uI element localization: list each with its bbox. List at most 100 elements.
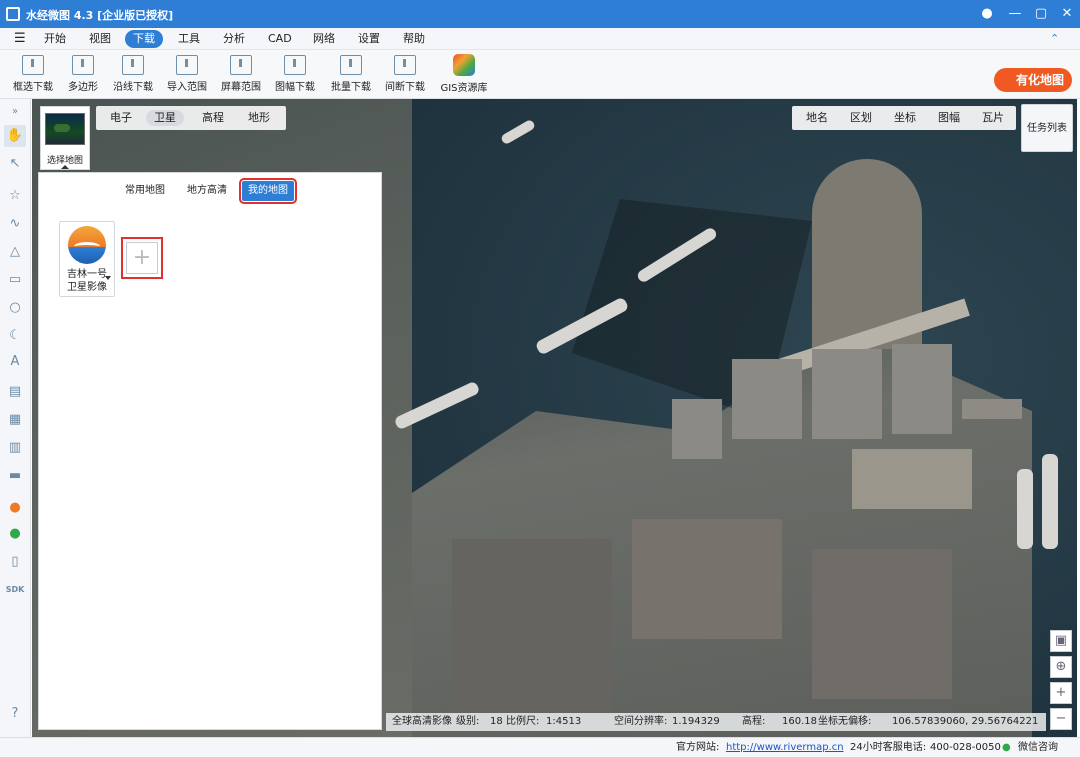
- menu-help[interactable]: 帮助: [395, 30, 433, 48]
- menu-analysis[interactable]: 分析: [215, 30, 253, 48]
- locate-icon[interactable]: ⊕: [1050, 656, 1072, 678]
- hamburger-menu-icon[interactable]: ☰: [6, 30, 34, 48]
- pan-hand-icon[interactable]: ✋: [4, 125, 26, 147]
- gis-library-icon: [453, 54, 475, 76]
- menu-start[interactable]: 开始: [36, 30, 74, 48]
- marker-icon[interactable]: ☆: [4, 185, 26, 207]
- close-icon[interactable]: ✕: [1054, 0, 1080, 28]
- polyline-icon[interactable]: ∿: [4, 213, 26, 235]
- map-select-panel: 常用地图 地方高清 我的地图 吉林一号 卫星影像 +: [38, 172, 382, 730]
- download-box-icon: [22, 55, 44, 75]
- tab-my-maps[interactable]: 我的地图: [239, 178, 297, 204]
- menu-view[interactable]: 视图: [81, 30, 119, 48]
- status-offset-label: 坐标无偏移:: [818, 716, 872, 727]
- ruler-icon[interactable]: ▤: [4, 381, 26, 403]
- polygon-icon: [72, 55, 94, 75]
- zoom-out-button[interactable]: −: [1050, 708, 1072, 730]
- overlay-coordinate[interactable]: 坐标: [894, 110, 916, 126]
- maximize-icon[interactable]: ▢: [1028, 0, 1054, 28]
- menu-download[interactable]: 下载: [125, 30, 163, 48]
- polygon-draw-icon[interactable]: △: [4, 241, 26, 263]
- menu-network[interactable]: 网络: [305, 30, 343, 48]
- clear-icon[interactable]: ▬: [4, 465, 26, 487]
- tool-gis-library[interactable]: GIS资源库: [438, 53, 490, 97]
- overlay-district[interactable]: 区划: [850, 110, 872, 126]
- tool-interval-download[interactable]: 间断下载: [382, 53, 428, 97]
- menu-cad[interactable]: CAD: [260, 30, 300, 48]
- site-label: 官方网站:: [676, 742, 720, 753]
- city-block-3: [452, 539, 612, 719]
- tool-sheet-download[interactable]: 图幅下载: [272, 53, 318, 97]
- card-dropdown-icon[interactable]: [105, 276, 111, 280]
- left-toolbar: » ✋ ↖ ☆ ∿ △ ▭ ○ ☾ A ▤ ▦ ▥ ▬ ● ● ▯ SDK ?: [0, 99, 31, 737]
- add-map-button[interactable]: +: [121, 237, 163, 279]
- task-list-button[interactable]: 任务列表: [1021, 104, 1073, 152]
- map-type-terrain[interactable]: 地形: [240, 110, 278, 126]
- status-layer: 全球高清影像: [392, 716, 452, 727]
- rectangle-icon[interactable]: ▭: [4, 269, 26, 291]
- overlay-placename[interactable]: 地名: [806, 110, 828, 126]
- fullscreen-icon[interactable]: ▣: [1050, 630, 1072, 652]
- tool-import-range[interactable]: 导入范围: [164, 53, 210, 97]
- rivermap-icon[interactable]: ●: [4, 497, 26, 519]
- status-res-label: 空间分辨率:: [614, 716, 668, 727]
- menu-settings[interactable]: 设置: [350, 30, 388, 48]
- status-elev-label: 高程:: [742, 716, 766, 727]
- site-link[interactable]: http://www.rivermap.cn: [726, 738, 844, 757]
- import-icon: [176, 55, 198, 75]
- tool-line-download[interactable]: 沿线下载: [110, 53, 156, 97]
- minimize-icon[interactable]: —: [1002, 0, 1028, 28]
- menu-tools[interactable]: 工具: [170, 30, 208, 48]
- map-card[interactable]: 吉林一号 卫星影像: [59, 221, 115, 297]
- overlay-sheet[interactable]: 图幅: [938, 110, 960, 126]
- tool-box-download[interactable]: 框选下载: [10, 53, 56, 97]
- zoom-in-button[interactable]: +: [1050, 682, 1072, 704]
- tab-local-hd[interactable]: 地方高清: [181, 181, 233, 201]
- promo-button[interactable]: 有化地图: [994, 68, 1072, 92]
- city-block-1: [632, 519, 782, 639]
- map-selector[interactable]: 选择地图: [40, 106, 90, 170]
- phone-number: 400-028-0050: [930, 742, 1001, 753]
- status-coords: 106.57839060, 29.56764221: [892, 716, 1039, 727]
- map-card-label: 吉林一号 卫星影像: [67, 269, 107, 293]
- arc-icon[interactable]: ☾: [4, 325, 26, 347]
- overlay-tile[interactable]: 瓦片: [982, 110, 1004, 126]
- plus-icon: +: [126, 242, 158, 274]
- map-type-vector[interactable]: 电子: [102, 110, 140, 126]
- sdk-icon[interactable]: SDK: [4, 579, 26, 601]
- map-overlay-tools: 地名 区划 坐标 图幅 瓦片: [792, 106, 1016, 130]
- city-block-2: [812, 549, 952, 699]
- tool-polygon[interactable]: 多边形: [64, 53, 102, 97]
- tower-1: [732, 359, 802, 439]
- text-icon[interactable]: A: [4, 351, 26, 373]
- wechat-consult-link[interactable]: 微信咨询: [1018, 738, 1058, 757]
- screen-icon: [230, 55, 252, 75]
- batch-icon: [340, 55, 362, 75]
- area-measure-icon[interactable]: ▦: [4, 409, 26, 431]
- status-elev: 160.18: [782, 716, 817, 727]
- tool-screen-range[interactable]: 屏幕范围: [218, 53, 264, 97]
- map-status-bar: 全球高清影像 级别: 18 比例尺: 1:4513 空间分辨率: 1.19432…: [386, 713, 1046, 731]
- link-icon[interactable]: ●: [4, 523, 26, 545]
- pier-1: [962, 399, 1022, 419]
- user-icon[interactable]: ●: [974, 0, 1000, 28]
- select-arrow-icon[interactable]: ↖: [4, 153, 26, 175]
- expand-icon[interactable]: »: [4, 101, 26, 123]
- phone-icon[interactable]: ▯: [4, 551, 26, 573]
- wechat-icon: ●: [1002, 742, 1011, 753]
- phone-label: 24小时客服电话:: [850, 742, 927, 753]
- map-type-satellite[interactable]: 卫星: [146, 110, 184, 126]
- ship-5: [1042, 454, 1058, 549]
- interval-icon: [394, 55, 416, 75]
- profile-icon[interactable]: ▥: [4, 437, 26, 459]
- map-type-elevation[interactable]: 高程: [194, 110, 232, 126]
- circle-icon[interactable]: ○: [4, 297, 26, 319]
- help-icon[interactable]: ?: [4, 703, 26, 725]
- tab-common-maps[interactable]: 常用地图: [119, 181, 171, 201]
- app-logo-icon: [6, 7, 20, 21]
- map-type-switch: 电子 卫星 高程 地形: [96, 106, 286, 130]
- tool-batch-download[interactable]: 批量下载: [328, 53, 374, 97]
- ship-4: [1017, 469, 1033, 549]
- collapse-ribbon-icon[interactable]: ⌃: [1042, 30, 1067, 48]
- caret-up-icon: [61, 165, 69, 169]
